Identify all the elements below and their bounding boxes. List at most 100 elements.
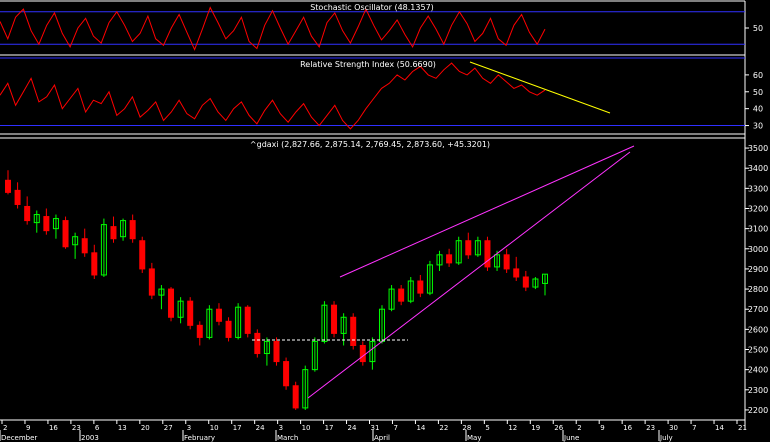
price-ytick-10: 3200	[748, 205, 768, 214]
price-ytick-5: 2700	[748, 305, 768, 314]
price-ytick-6: 2800	[748, 285, 768, 294]
candle-body-52	[503, 254, 510, 270]
x-day-label-6: 20	[141, 424, 150, 432]
candle-body-23	[225, 320, 232, 338]
candle-body-25	[244, 306, 251, 334]
candle-body-15	[148, 268, 155, 296]
price-ytick-11: 3300	[748, 184, 768, 193]
candle-body-53	[513, 268, 520, 278]
x-day-label-27: 16	[623, 424, 632, 432]
x-month-label-3: March	[277, 434, 298, 442]
chart-canvas: Stochastic Oscillator (48.1357) Relative…	[0, 0, 768, 442]
x-month-label-7: July	[659, 434, 673, 442]
rsi-ytick-0: 30	[753, 122, 763, 131]
x-day-label-32: 21	[738, 424, 747, 432]
candle-body-30	[292, 385, 299, 409]
x-month-label-0: December	[1, 434, 37, 442]
x-day-label-25: 2	[577, 424, 581, 432]
price-ytick-13: 3500	[748, 144, 768, 153]
x-day-label-8: 3	[187, 424, 191, 432]
x-day-label-28: 23	[646, 424, 655, 432]
stochastic-title: Stochastic Oscillator (48.1357)	[310, 3, 434, 12]
candle-body-8	[81, 238, 88, 254]
candle-body-4	[43, 216, 50, 232]
x-day-label-22: 12	[508, 424, 517, 432]
x-day-label-19: 22	[439, 424, 448, 432]
x-axis-labels: 2 9 16 23 6 13 20 27 3 10 17 24 3 10 17 24 31 7 14 22 28 5 12 1…	[0, 420, 747, 442]
price-ytick-2: 2400	[748, 366, 768, 375]
x-day-label-18: 14	[416, 424, 425, 432]
x-day-label-14: 17	[325, 424, 334, 432]
x-day-label-1: 9	[26, 424, 30, 432]
candle-body-34	[331, 304, 338, 334]
stochastic-ytick-0: 50	[753, 24, 763, 33]
x-day-label-10: 17	[233, 424, 242, 432]
candle-body-43	[417, 280, 424, 294]
x-day-label-0: 2	[3, 424, 7, 432]
x-day-label-12: 3	[279, 424, 283, 432]
x-day-label-7: 27	[164, 424, 173, 432]
price-ytick-8: 3000	[748, 245, 768, 254]
candle-body-37	[359, 344, 366, 363]
candle-body-13	[129, 220, 136, 240]
x-day-label-23: 19	[531, 424, 540, 432]
candle-body-26	[254, 332, 261, 355]
x-day-label-31: 14	[715, 424, 724, 432]
candle-body-20	[196, 324, 203, 338]
x-day-label-11: 24	[256, 424, 265, 432]
x-day-label-3: 23	[72, 424, 81, 432]
x-day-label-15: 24	[348, 424, 357, 432]
x-month-label-2: February	[184, 434, 215, 442]
x-month-label-5: May	[467, 434, 481, 442]
candle-body-14	[139, 240, 146, 270]
wedge-lower-line	[307, 151, 631, 399]
candle-body-29	[283, 361, 290, 387]
candle-body-41	[398, 288, 405, 302]
x-day-label-4: 6	[95, 424, 100, 432]
x-day-label-2: 16	[49, 424, 58, 432]
price-ytick-7: 2900	[748, 265, 768, 274]
candle-body-17	[168, 288, 175, 318]
candle-body-22	[215, 308, 222, 322]
rsi-ytick-3: 60	[753, 71, 763, 80]
x-month-label-6: June	[563, 434, 579, 442]
price-ytick-1: 2300	[748, 386, 768, 395]
rsi-line	[0, 62, 546, 130]
candle-body-48	[465, 240, 472, 256]
candle-body-0	[5, 179, 11, 193]
price-title: ^gdaxi (2,827.66, 2,875.14, 2,769.45, 2,…	[250, 140, 490, 149]
x-day-label-16: 31	[371, 424, 380, 432]
price-ytick-12: 3400	[748, 164, 768, 173]
x-day-label-13: 10	[302, 424, 311, 432]
candle-body-50	[484, 240, 491, 268]
rsi-downtrend-line	[469, 61, 611, 114]
x-month-label-4: April	[374, 434, 390, 442]
rsi-title: Relative Strength Index (50.6690)	[300, 60, 436, 69]
x-day-label-24: 26	[554, 424, 563, 432]
x-day-label-5: 13	[118, 424, 127, 432]
x-day-label-29: 30	[669, 424, 678, 432]
candle-body-6	[62, 220, 69, 248]
candle-body-2	[24, 205, 31, 222]
x-day-label-9: 10	[210, 424, 219, 432]
x-day-label-30: 7	[692, 424, 696, 432]
price-ytick-4: 2600	[748, 325, 768, 334]
candle-body-11	[110, 226, 117, 240]
rsi-ytick-1: 40	[753, 105, 763, 114]
price-ytick-0: 2200	[748, 406, 768, 415]
candle-body-28	[273, 340, 280, 363]
candlestick-series	[5, 170, 548, 410]
price-ytick-3: 2500	[748, 346, 768, 355]
x-day-label-21: 5	[485, 424, 489, 432]
oscillator-lines	[0, 6, 546, 130]
rsi-ytick-2: 50	[753, 88, 763, 97]
x-day-label-20: 28	[462, 424, 471, 432]
candle-body-54	[522, 276, 529, 288]
x-day-label-17: 7	[393, 424, 397, 432]
candle-body-19	[187, 300, 194, 326]
candle-body-1	[14, 189, 21, 205]
candle-body-36	[350, 316, 357, 346]
candle-body-46	[446, 254, 453, 264]
price-ytick-9: 3100	[748, 225, 768, 234]
x-day-label-26: 9	[600, 424, 604, 432]
